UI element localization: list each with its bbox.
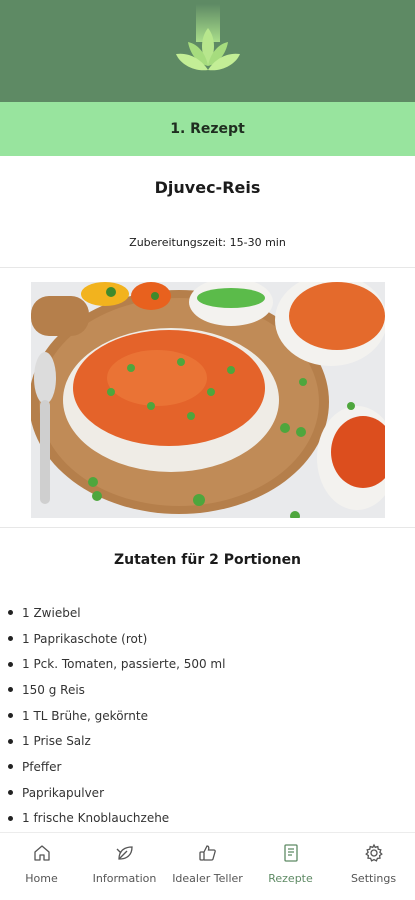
nav-label: Settings: [350, 872, 397, 885]
lotus-logo-icon: [176, 4, 240, 71]
recipe-book-icon: [283, 844, 298, 862]
list-item: 1 frische Knoblauchzehe: [8, 806, 225, 831]
list-item: 1 Pck. Tomaten, passierte, 500 ml: [8, 651, 225, 677]
ingredient-text: 1 frische Knoblauchzehe: [22, 811, 170, 826]
ingredient-text: 150 g Reis: [22, 682, 85, 697]
list-item: 1 Prise Salz: [8, 728, 225, 754]
bullet-icon: [8, 764, 13, 770]
bullet-icon: [8, 713, 13, 719]
bullet-icon: [8, 790, 13, 796]
page-title-bar: 1. Rezept: [0, 102, 415, 156]
nav-item-information[interactable]: Information: [83, 833, 166, 900]
ingredient-text: 1 Zwiebel: [22, 605, 81, 620]
ingredient-text: 1 TL Brühe, gekörnte: [22, 708, 148, 723]
bullet-icon: [8, 661, 13, 667]
leaf-icon: [116, 846, 133, 860]
ingredient-text: 1 Prise Salz: [22, 734, 91, 749]
bullet-icon: [8, 636, 13, 642]
list-item: 150 g Reis: [8, 677, 225, 703]
bullet-icon: [8, 610, 13, 616]
thumbs-up-icon: [198, 845, 216, 861]
ingredient-text: 1 Paprikaschote (rot): [22, 631, 148, 646]
ingredient-text: Pfeffer: [22, 759, 62, 774]
ingredient-text: Paprikapulver: [22, 785, 105, 800]
bullet-icon: [8, 687, 13, 693]
gear-icon: [364, 843, 383, 862]
nav-item-settings[interactable]: Settings: [332, 833, 415, 900]
nav-item-idealer-teller[interactable]: Idealer Teller: [166, 833, 249, 900]
app-header: [0, 0, 415, 102]
ingredients-card: Zutaten für 2 Portionen 1 Zwiebel 1 Papr…: [0, 530, 415, 830]
bottom-nav: Home Information Idealer Teller Rezepte …: [0, 832, 415, 900]
nav-label: Idealer Teller: [172, 872, 243, 885]
ingredient-text: 1 Pck. Tomaten, passierte, 500 ml: [22, 657, 226, 672]
prep-time: Zubereitungszeit: 15-30 min: [129, 236, 286, 249]
list-item: 1 TL Brühe, gekörnte: [8, 703, 225, 729]
nav-label: Information: [92, 872, 157, 885]
list-item: Pfeffer: [8, 754, 225, 780]
nav-item-rezepte[interactable]: Rezepte: [249, 833, 332, 900]
home-icon: [33, 845, 50, 861]
page-title: 1. Rezept: [170, 121, 245, 137]
recipe-name: Djuvec-Reis: [154, 178, 261, 197]
list-item: Paprikapulver: [8, 780, 225, 806]
nav-label: Home: [25, 872, 58, 885]
bullet-icon: [8, 738, 13, 744]
list-item: 1 Paprikaschote (rot): [8, 626, 225, 652]
recipe-header-card: Djuvec-Reis Zubereitungszeit: 15-30 min: [0, 158, 415, 268]
nav-label: Rezepte: [268, 872, 313, 885]
ingredients-title: Zutaten für 2 Portionen: [113, 552, 302, 568]
nav-item-home[interactable]: Home: [0, 833, 83, 900]
bullet-icon: [8, 815, 13, 821]
list-item: 1 Zwiebel: [8, 600, 225, 626]
recipe-photo-image: [31, 282, 385, 518]
recipe-photo-card: [0, 270, 415, 528]
ingredients-list: 1 Zwiebel 1 Paprikaschote (rot) 1 Pck. T…: [8, 600, 225, 830]
